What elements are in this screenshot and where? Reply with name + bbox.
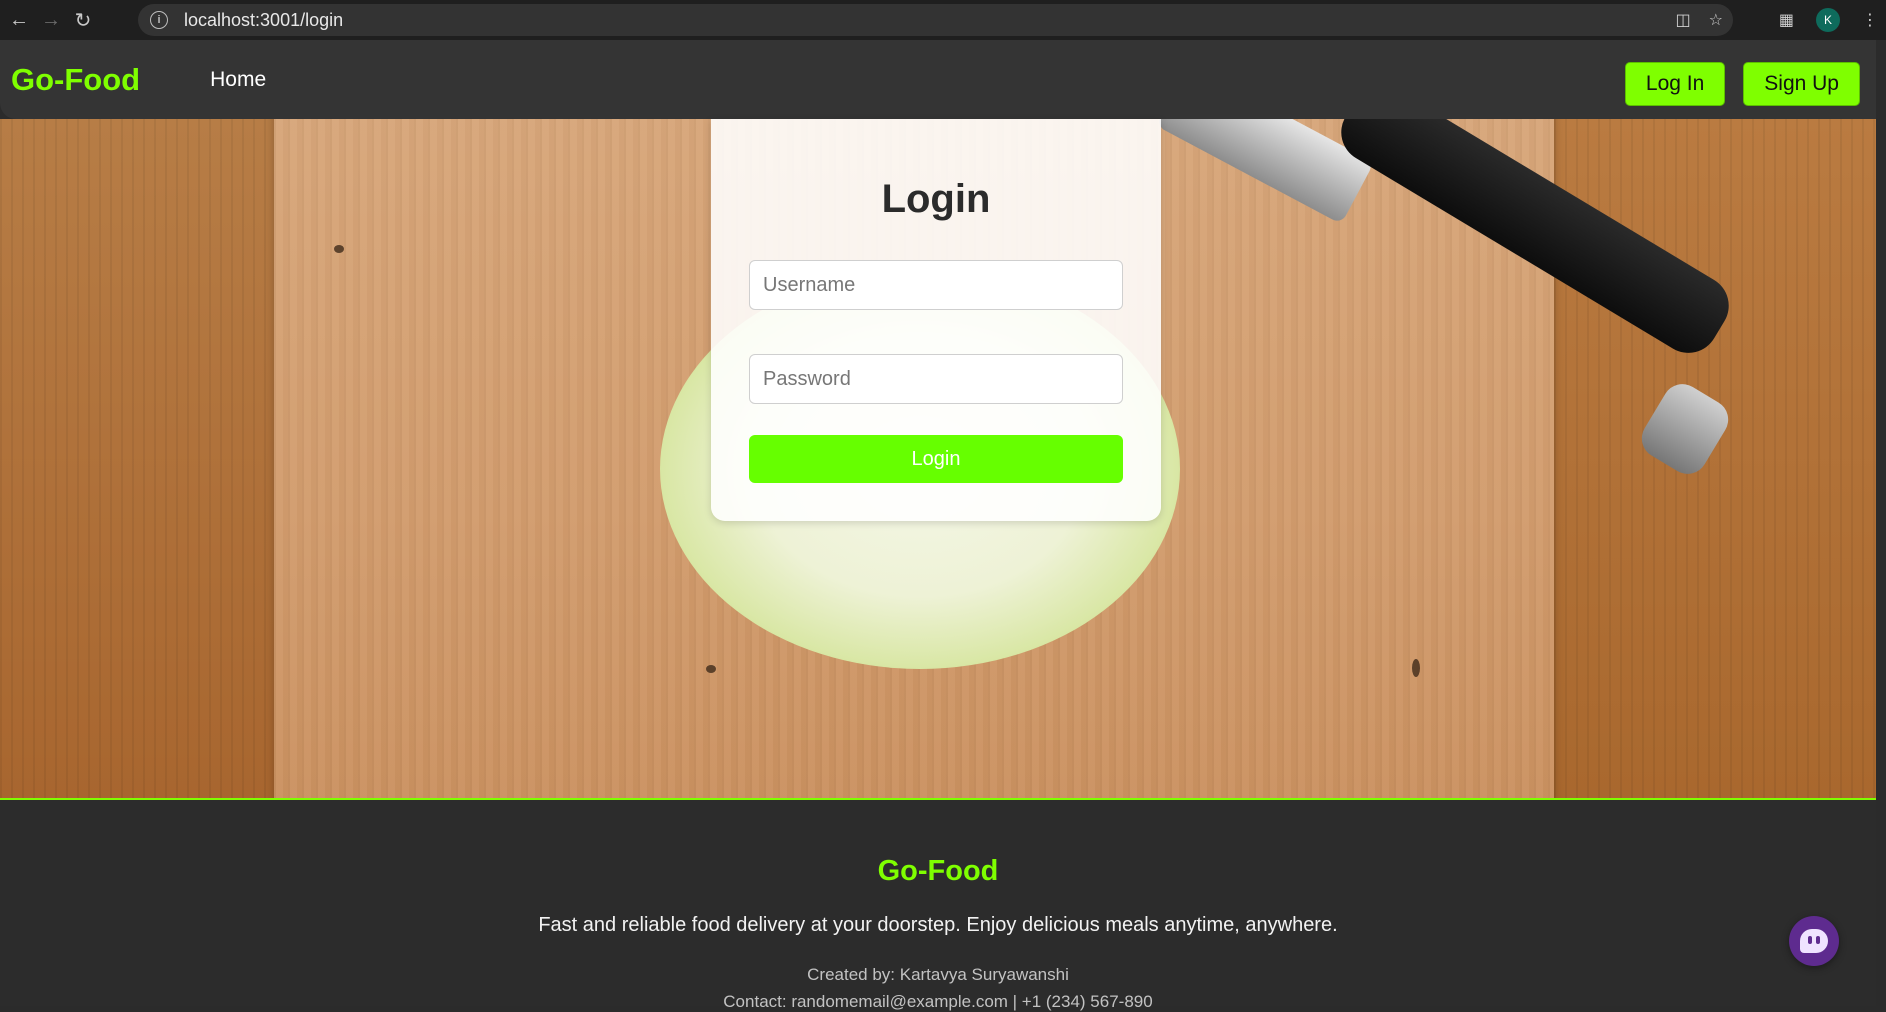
login-card: Login Login (711, 119, 1161, 521)
footer-contact: Contact: randomemail@example.com | +1 (2… (723, 992, 1153, 1011)
forward-arrow-icon[interactable]: → (38, 7, 64, 33)
password-input[interactable] (749, 354, 1123, 404)
install-app-icon[interactable]: ◫ (1676, 10, 1691, 30)
address-bar[interactable]: i localhost:3001/login ◫ ☆ (138, 4, 1733, 36)
page-scrollbar[interactable] (1876, 40, 1886, 1006)
signup-nav-button[interactable]: Sign Up (1743, 62, 1860, 106)
username-input[interactable] (749, 260, 1123, 310)
login-nav-button[interactable]: Log In (1624, 62, 1726, 106)
wood-table-left (0, 119, 274, 798)
brand-logo[interactable]: Go-Food (11, 62, 140, 98)
back-arrow-icon[interactable]: ← (6, 7, 32, 33)
extensions-icon[interactable]: ▦ (1779, 10, 1794, 30)
app-navbar: Go-Food Home Log In Sign Up (0, 40, 1886, 119)
footer: Go-Food Fast and reliable food delivery … (0, 798, 1876, 1011)
menu-dots-icon[interactable]: ⋮ (1862, 10, 1878, 30)
chat-bot-icon (1800, 929, 1828, 953)
footer-brand: Go-Food (877, 855, 999, 887)
wood-knot (1412, 659, 1420, 677)
browser-toolbar: ← → ↻ i localhost:3001/login ◫ ☆ ▦ K ⋮ (0, 0, 1886, 40)
address-bar-actions: ◫ ☆ (1676, 4, 1723, 36)
url-text[interactable]: localhost:3001/login (184, 10, 343, 31)
login-submit-button[interactable]: Login (749, 435, 1123, 483)
nav-home-link[interactable]: Home (210, 68, 266, 92)
wood-knot (334, 245, 344, 253)
reload-icon[interactable]: ↻ (70, 7, 96, 33)
login-title: Login (881, 177, 991, 221)
chat-widget-button[interactable] (1789, 916, 1839, 966)
profile-avatar[interactable]: K (1816, 8, 1840, 32)
nav-actions: Log In Sign Up (1624, 62, 1860, 106)
footer-tagline: Fast and reliable food delivery at your … (538, 914, 1338, 936)
browser-actions: ▦ K ⋮ (1779, 0, 1886, 40)
wood-knot (706, 665, 716, 673)
bookmark-star-icon[interactable]: ☆ (1709, 10, 1723, 30)
site-info-icon[interactable]: i (150, 11, 168, 29)
footer-created-by: Created by: Kartavya Suryawanshi (807, 965, 1069, 984)
